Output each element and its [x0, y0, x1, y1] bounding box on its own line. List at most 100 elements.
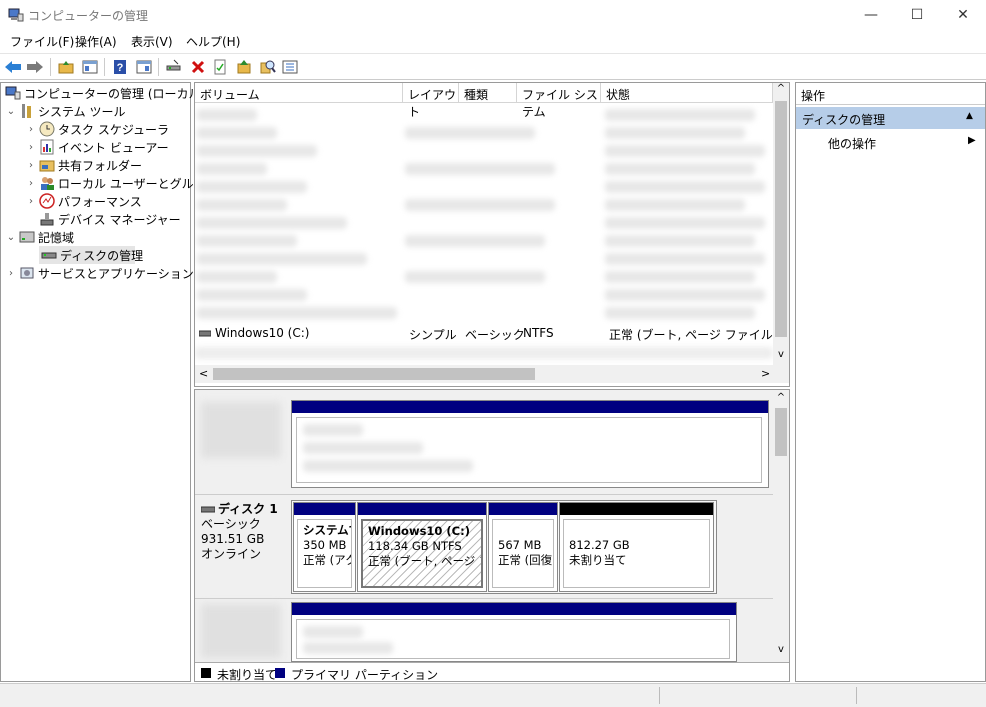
tree-root[interactable]: コンピューターの管理 (ローカル) — [3, 84, 205, 102]
storage-icon — [19, 229, 35, 245]
svg-text:?: ? — [117, 62, 124, 74]
tree-services-apps[interactable]: › サービスとアプリケーション — [5, 264, 194, 282]
partition-title: Windows10 (C:) — [368, 524, 470, 538]
row-filesystem: NTFS — [523, 326, 554, 340]
toolbar-separator — [50, 58, 51, 76]
disk-0-partition[interactable] — [291, 400, 769, 488]
scroll-up-icon[interactable]: ^ — [773, 392, 789, 403]
tree-device-manager[interactable]: デバイス マネージャー — [37, 210, 181, 228]
chevron-down-icon[interactable]: ⌄ — [5, 106, 17, 117]
chevron-right-icon[interactable]: › — [25, 124, 37, 135]
chevron-right-icon[interactable]: › — [5, 268, 17, 279]
partition-windows10[interactable]: Windows10 (C:) 118.34 GB NTFS 正常 (ブート, ペ… — [357, 502, 487, 592]
connect-drive-icon[interactable] — [164, 57, 184, 77]
shared-folder-icon — [39, 157, 55, 173]
clock-icon — [39, 121, 55, 137]
scroll-thumb[interactable] — [775, 408, 787, 456]
collapse-up-icon[interactable]: ▲ — [966, 111, 973, 121]
tree-task-scheduler[interactable]: › タスク スケジューラ — [25, 120, 169, 138]
disk-2-partition[interactable] — [291, 602, 737, 662]
column-header-status[interactable]: 状態 — [601, 83, 773, 103]
table-row[interactable]: Windows10 (C:) シンプル ベーシック NTFS 正常 (ブート, … — [195, 325, 773, 343]
menu-action[interactable]: 操作(A) — [75, 33, 117, 50]
column-header-volume[interactable]: ボリューム — [195, 83, 403, 103]
chevron-right-icon[interactable]: › — [25, 178, 37, 189]
search-icon[interactable] — [258, 57, 278, 77]
scroll-right-icon[interactable]: > — [761, 367, 770, 380]
show-hide-tree-icon[interactable] — [80, 57, 100, 77]
computer-management-icon — [8, 8, 24, 22]
back-icon[interactable] — [3, 57, 23, 77]
tools-icon — [19, 103, 35, 119]
partition-size: 118.34 GB NTFS — [368, 539, 462, 553]
partition-status: 正常 (アク — [303, 553, 352, 567]
scroll-thumb[interactable] — [775, 101, 787, 337]
column-header-type[interactable]: 種類 — [459, 83, 517, 103]
show-hide-action-pane-icon[interactable] — [134, 57, 154, 77]
scroll-down-icon[interactable]: v — [773, 644, 789, 655]
partition-size: 567 MB — [498, 538, 542, 552]
actions-section-disk-management[interactable]: ディスクの管理 ▲ — [796, 107, 985, 129]
chevron-down-icon[interactable]: ⌄ — [5, 232, 17, 243]
vertical-scrollbar[interactable]: ^ v — [773, 390, 789, 660]
chevron-right-icon[interactable]: › — [25, 196, 37, 207]
menu-view[interactable]: 表示(V) — [131, 33, 173, 50]
users-icon — [39, 175, 55, 191]
delete-icon[interactable] — [188, 57, 208, 77]
properties-icon[interactable] — [210, 57, 230, 77]
title-bar: コンピューターの管理 — ☐ ✕ — [0, 0, 986, 30]
menu-help[interactable]: ヘルプ(H) — [186, 33, 240, 50]
list-view-icon[interactable] — [280, 57, 300, 77]
tree-performance[interactable]: › パフォーマンス — [25, 192, 142, 210]
scroll-left-icon[interactable]: < — [199, 367, 208, 380]
disk-1-state: オンライン — [201, 547, 262, 561]
horizontal-scrollbar[interactable]: < > — [195, 365, 789, 383]
vertical-scrollbar[interactable]: ^ v — [773, 83, 789, 365]
tree-item-label: イベント ビューアー — [58, 140, 169, 155]
tree-local-users[interactable]: › ローカル ユーザーとグループ — [25, 174, 217, 192]
center-pane: ボリューム レイアウト 種類 ファイル システム 状態 Windows10 (C… — [194, 82, 790, 682]
tree-system-tools[interactable]: ⌄ システム ツール — [5, 102, 125, 120]
tree-disk-management[interactable]: ディスクの管理 — [39, 246, 143, 264]
up-folder-icon[interactable] — [56, 57, 76, 77]
tree-event-viewer[interactable]: › イベント ビューアー — [25, 138, 169, 156]
chevron-right-icon[interactable]: › — [25, 142, 37, 153]
partition-status: 正常 (回復 — [498, 553, 553, 567]
actions-other-operations[interactable]: 他の操作 ▶ — [796, 133, 985, 153]
disk-icon — [199, 330, 211, 337]
window-title: コンピューターの管理 — [28, 9, 149, 23]
close-button[interactable]: ✕ — [940, 0, 986, 30]
partition-size: 812.27 GB — [569, 538, 630, 552]
disk-1-info[interactable]: ディスク 1 ベーシック 931.51 GB オンライン — [201, 502, 287, 592]
partition-status: 正常 (ブート, ページ ファイ — [368, 554, 481, 568]
tree-storage[interactable]: ⌄ 記憶域 — [5, 228, 74, 246]
row-status: 正常 (ブート, ページ ファイル, クラッシ — [609, 328, 773, 342]
disk-graphical-view: ディスク 1 ベーシック 931.51 GB オンライン システムで 350 M… — [194, 389, 790, 682]
computer-management-icon — [5, 85, 21, 101]
menu-file[interactable]: ファイル(F) — [10, 33, 74, 50]
help-icon[interactable]: ? — [110, 57, 130, 77]
row-volume: Windows10 (C:) — [215, 326, 310, 340]
disk-1-size: 931.51 GB — [201, 532, 265, 546]
maximize-button[interactable]: ☐ — [894, 0, 940, 30]
tree-item-label: システム ツール — [38, 104, 126, 119]
disk-1-kind: ベーシック — [201, 517, 261, 531]
tree-item-label: 記憶域 — [38, 230, 75, 245]
partition-title: システムで — [303, 523, 351, 537]
scroll-down-icon[interactable]: v — [773, 349, 789, 365]
scroll-thumb[interactable] — [213, 368, 535, 380]
partition-recovery[interactable]: 567 MB 正常 (回復 — [488, 502, 558, 592]
partition-system[interactable]: システムで 350 MB N 正常 (アク — [293, 502, 356, 592]
tree-shared-folders[interactable]: › 共有フォルダー — [25, 156, 142, 174]
partition-status: 未割り当て — [569, 553, 627, 567]
column-header-layout[interactable]: レイアウト — [403, 83, 459, 119]
chevron-right-icon[interactable]: › — [25, 160, 37, 171]
services-icon — [19, 265, 35, 281]
disk-icon — [201, 506, 215, 512]
forward-icon[interactable] — [25, 57, 45, 77]
column-header-filesystem[interactable]: ファイル システム — [517, 83, 601, 119]
minimize-button[interactable]: — — [848, 0, 894, 30]
export-icon[interactable] — [234, 57, 254, 77]
partition-unallocated[interactable]: 812.27 GB 未割り当て — [559, 502, 714, 592]
scroll-up-icon[interactable]: ^ — [773, 83, 789, 99]
